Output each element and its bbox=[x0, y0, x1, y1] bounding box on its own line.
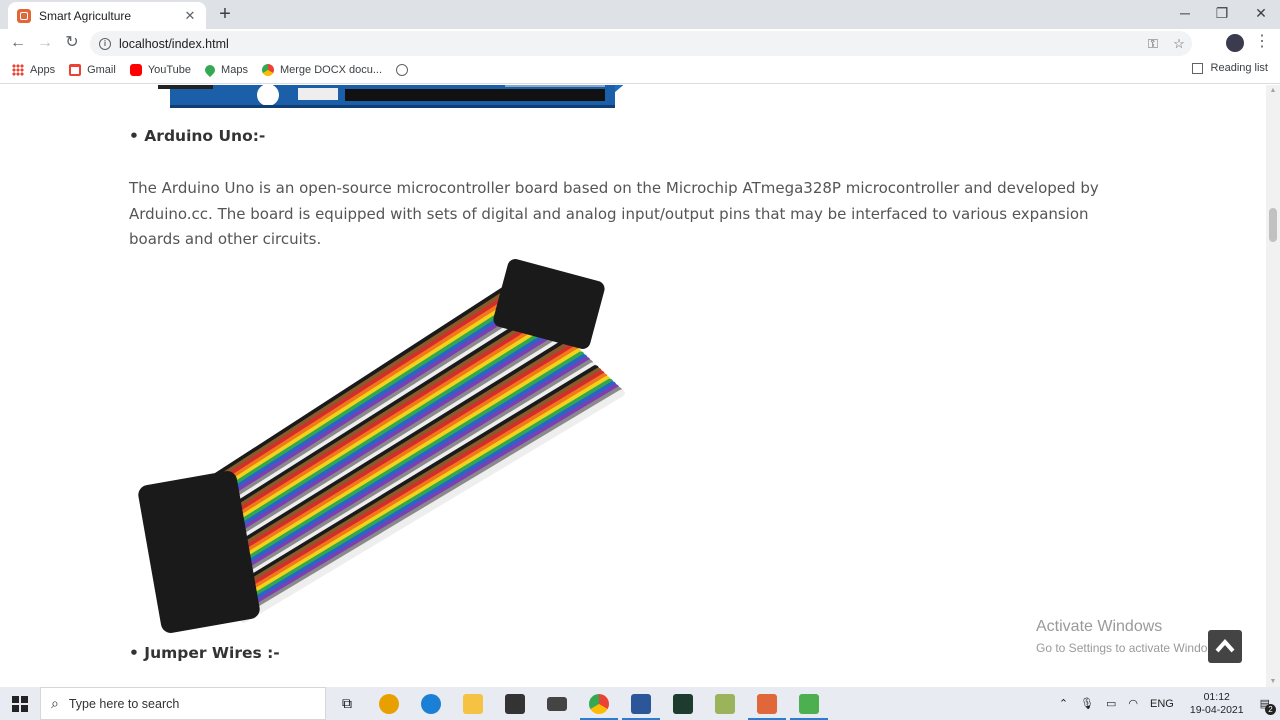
clock-time: 01:12 bbox=[1203, 690, 1230, 703]
arduino-description: The Arduino Uno is an open-source microc… bbox=[129, 179, 1099, 248]
scroll-to-top-button[interactable] bbox=[1208, 630, 1242, 663]
key-icon[interactable]: ⚿ bbox=[1140, 36, 1166, 52]
bookmark-label: Maps bbox=[221, 64, 248, 76]
restore-button[interactable]: ❐ bbox=[1203, 0, 1241, 29]
bookmark-label: Apps bbox=[30, 64, 56, 76]
edge-icon bbox=[421, 693, 441, 714]
xampp-favicon-icon bbox=[17, 8, 31, 23]
tab-strip: Smart Agriculture ✕ + ─ ❐ ✕ bbox=[0, 0, 1280, 29]
taskbar-search-box[interactable]: ⌕ Type here to search bbox=[40, 687, 326, 720]
activate-title: Activate Windows bbox=[1036, 618, 1163, 635]
search-icon: ⌕ bbox=[51, 695, 59, 711]
taskbar-app-4[interactable] bbox=[788, 687, 830, 720]
chrome-icon bbox=[261, 64, 274, 76]
bookmark-label: YouTube bbox=[147, 64, 192, 76]
taskbar-store[interactable] bbox=[494, 687, 536, 720]
bookmark-label: Merge DOCX docu... bbox=[279, 64, 383, 76]
language-indicator[interactable]: ENG bbox=[1150, 698, 1174, 710]
bookmark-merge-docx[interactable]: Merge DOCX docu... bbox=[261, 64, 383, 76]
close-tab-icon[interactable]: ✕ bbox=[180, 8, 200, 24]
tab-title: Smart Agriculture bbox=[39, 8, 132, 23]
close-window-button[interactable]: ✕ bbox=[1242, 0, 1280, 29]
app-icon bbox=[799, 693, 819, 714]
youtube-icon bbox=[129, 64, 142, 76]
bookmark-globe[interactable] bbox=[396, 64, 414, 76]
url-text[interactable]: localhost/index.html bbox=[119, 37, 1140, 51]
mail-icon bbox=[547, 696, 567, 711]
globe-icon bbox=[396, 64, 409, 76]
jumper-wires-image bbox=[129, 257, 634, 637]
word-icon bbox=[631, 693, 651, 714]
reading-list-button[interactable]: Reading list bbox=[1191, 62, 1268, 74]
scroll-down-arrow-icon[interactable]: ▼ bbox=[1269, 678, 1277, 685]
chrome-icon bbox=[589, 693, 609, 714]
scroll-up-arrow-icon[interactable]: ▲ bbox=[1269, 87, 1277, 94]
wifi-icon[interactable]: ◠ bbox=[1128, 697, 1138, 710]
notification-badge: 2 bbox=[1265, 704, 1276, 715]
clock-date: 19-04-2021 bbox=[1189, 703, 1244, 716]
bookmark-youtube[interactable]: YouTube bbox=[129, 64, 192, 76]
minimize-button[interactable]: ─ bbox=[1166, 0, 1204, 29]
browser-toolbar: ← → ↻ i localhost/index.html ⚿ ☆ ⋮ bbox=[0, 29, 1280, 57]
chevron-up-icon bbox=[1215, 638, 1235, 653]
activate-windows-watermark: Activate Windows Go to Settings to activ… bbox=[1036, 618, 1207, 655]
bookmark-label: Gmail bbox=[87, 64, 116, 76]
taskbar-edge[interactable] bbox=[410, 687, 452, 720]
xampp-icon bbox=[757, 693, 777, 714]
taskbar-app-3[interactable] bbox=[704, 687, 746, 720]
heading-jumper-wires: • Jumper Wires :- bbox=[129, 644, 280, 662]
reading-list-icon bbox=[1191, 62, 1203, 74]
maps-pin-icon bbox=[202, 62, 218, 78]
taskbar-file-explorer[interactable] bbox=[452, 687, 494, 720]
media-app-icon bbox=[379, 693, 399, 714]
taskbar-app-2[interactable] bbox=[662, 687, 704, 720]
taskbar-xampp[interactable] bbox=[746, 687, 788, 720]
battery-icon[interactable]: ▭ bbox=[1106, 697, 1116, 710]
menu-dots-icon[interactable]: ⋮ bbox=[1254, 33, 1270, 51]
new-tab-button[interactable]: + bbox=[214, 4, 236, 26]
star-icon[interactable]: ☆ bbox=[1166, 36, 1192, 52]
clock[interactable]: 01:12 19-04-2021 bbox=[1190, 691, 1244, 717]
store-icon bbox=[505, 693, 525, 714]
apps-grid-icon bbox=[12, 64, 24, 76]
tray-chevron-up-icon[interactable]: ⌃ bbox=[1059, 697, 1068, 710]
profile-avatar[interactable] bbox=[1226, 34, 1244, 52]
microphone-icon[interactable]: 🎙 bbox=[1080, 697, 1094, 710]
page-scrollbar[interactable]: ▲ ▼ bbox=[1266, 85, 1280, 687]
app-icon bbox=[715, 693, 735, 714]
bookmark-gmail[interactable]: Gmail bbox=[69, 64, 116, 76]
notification-center-icon[interactable]: ▤ 2 bbox=[1260, 697, 1276, 715]
gmail-icon bbox=[69, 64, 82, 76]
task-view-icon: ⧉ bbox=[342, 695, 352, 711]
taskbar-word[interactable] bbox=[620, 687, 662, 720]
info-icon[interactable]: i bbox=[99, 37, 111, 50]
taskbar-chrome[interactable] bbox=[578, 687, 620, 720]
folder-icon bbox=[463, 693, 483, 714]
address-bar[interactable]: i localhost/index.html ⚿ ☆ bbox=[90, 31, 1192, 56]
bookmark-apps[interactable]: Apps bbox=[12, 64, 55, 76]
reading-list-label: Reading list bbox=[1210, 62, 1268, 74]
scrollbar-thumb[interactable] bbox=[1269, 208, 1277, 242]
reload-button[interactable]: ↻ bbox=[60, 32, 84, 54]
bookmark-maps[interactable]: Maps bbox=[202, 62, 248, 78]
search-placeholder: Type here to search bbox=[68, 696, 180, 711]
taskbar-mail[interactable] bbox=[536, 687, 578, 720]
start-button[interactable] bbox=[0, 687, 40, 720]
system-tray: ⌃ 🎙 ▭ ◠ ENG 01:12 19-04-2021 ▤ 2 bbox=[1053, 687, 1280, 720]
back-button[interactable]: ← bbox=[6, 32, 30, 54]
bookmarks-bar: Apps Gmail YouTube Maps Merge DOCX docu.… bbox=[0, 57, 1280, 84]
arduino-board-image bbox=[158, 85, 624, 108]
task-view-button[interactable]: ⧉ bbox=[326, 687, 368, 720]
page-viewport: • Arduino Uno:- The Arduino Uno is an op… bbox=[0, 85, 1266, 687]
app-icon bbox=[673, 693, 693, 714]
taskbar-app-1[interactable] bbox=[368, 687, 410, 720]
forward-button[interactable]: → bbox=[33, 32, 57, 54]
windows-logo-icon bbox=[12, 695, 28, 712]
heading-arduino-uno: • Arduino Uno:- bbox=[129, 127, 266, 145]
browser-tab[interactable]: Smart Agriculture ✕ bbox=[8, 2, 206, 29]
activate-subtitle: Go to Settings to activate Windo bbox=[1036, 641, 1208, 655]
